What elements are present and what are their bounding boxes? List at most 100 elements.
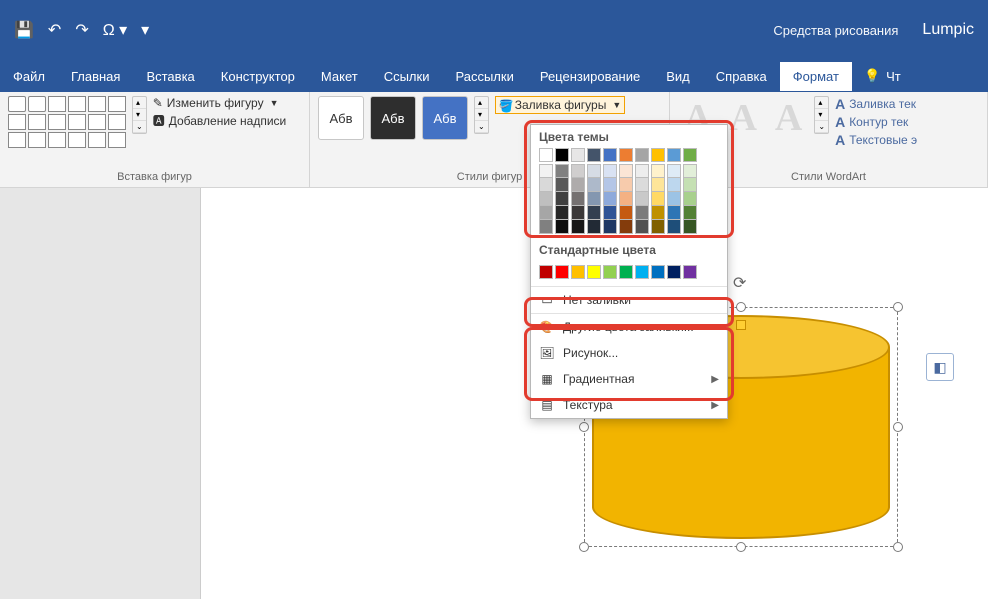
text-outline-button[interactable]: AКонтур тек — [835, 114, 917, 130]
color-swatch[interactable] — [571, 265, 585, 279]
color-swatch[interactable] — [683, 206, 697, 220]
color-swatch[interactable] — [635, 220, 649, 234]
color-swatch[interactable] — [571, 192, 585, 206]
color-swatch[interactable] — [539, 178, 553, 192]
color-swatch[interactable] — [539, 220, 553, 234]
color-swatch[interactable] — [587, 192, 601, 206]
resize-handle-r[interactable] — [893, 422, 903, 432]
customize-qat-icon[interactable]: ▾ — [141, 20, 149, 40]
color-swatch[interactable] — [603, 206, 617, 220]
tab-format[interactable]: Формат — [780, 62, 852, 91]
no-fill-item[interactable]: ▭ Нет заливки — [531, 287, 727, 313]
color-swatch[interactable] — [555, 192, 569, 206]
tab-help[interactable]: Справка — [703, 62, 780, 91]
redo-icon[interactable]: ↷ — [75, 20, 88, 40]
color-swatch[interactable] — [603, 178, 617, 192]
color-swatch[interactable] — [603, 164, 617, 178]
tab-insert[interactable]: Вставка — [133, 62, 207, 91]
color-swatch[interactable] — [603, 265, 617, 279]
tab-layout[interactable]: Макет — [308, 62, 371, 91]
style-thumb-3[interactable]: Абв — [422, 96, 468, 140]
resize-handle-l[interactable] — [579, 422, 589, 432]
color-swatch[interactable] — [571, 164, 585, 178]
color-swatch[interactable] — [683, 192, 697, 206]
color-swatch[interactable] — [683, 164, 697, 178]
layout-options-button[interactable]: ◧ — [926, 353, 954, 381]
text-effects-button[interactable]: AТекстовые э — [835, 132, 917, 148]
color-swatch[interactable] — [571, 148, 585, 162]
color-swatch[interactable] — [587, 265, 601, 279]
color-swatch[interactable] — [651, 265, 665, 279]
color-swatch[interactable] — [667, 178, 681, 192]
color-swatch[interactable] — [667, 192, 681, 206]
tell-me-search[interactable]: 💡 Чт — [852, 68, 901, 84]
color-swatch[interactable] — [539, 164, 553, 178]
wordart-thumb-3[interactable]: A — [769, 96, 808, 140]
resize-handle-br[interactable] — [893, 542, 903, 552]
color-swatch[interactable] — [603, 220, 617, 234]
color-swatch[interactable] — [619, 148, 633, 162]
color-swatch[interactable] — [587, 148, 601, 162]
color-swatch[interactable] — [619, 220, 633, 234]
color-swatch[interactable] — [651, 164, 665, 178]
tab-review[interactable]: Рецензирование — [527, 62, 653, 91]
color-swatch[interactable] — [587, 178, 601, 192]
color-swatch[interactable] — [667, 164, 681, 178]
color-swatch[interactable] — [587, 206, 601, 220]
shape-style-gallery[interactable]: Абв Абв Абв — [318, 96, 468, 140]
color-swatch[interactable] — [667, 206, 681, 220]
resize-handle-tr[interactable] — [893, 302, 903, 312]
color-swatch[interactable] — [619, 265, 633, 279]
tab-file[interactable]: Файл — [0, 62, 58, 91]
color-swatch[interactable] — [619, 178, 633, 192]
color-swatch[interactable] — [635, 265, 649, 279]
color-swatch[interactable] — [555, 164, 569, 178]
color-swatch[interactable] — [619, 164, 633, 178]
more-fill-colors-item[interactable]: 🎨 Другие цвета заливки... — [531, 314, 727, 340]
color-swatch[interactable] — [603, 148, 617, 162]
color-swatch[interactable] — [587, 220, 601, 234]
resize-handle-bl[interactable] — [579, 542, 589, 552]
undo-icon[interactable]: ↶ — [48, 20, 61, 40]
omega-icon[interactable]: Ω ▾ — [103, 20, 127, 40]
color-swatch[interactable] — [619, 206, 633, 220]
tab-references[interactable]: Ссылки — [371, 62, 443, 91]
color-swatch[interactable] — [683, 178, 697, 192]
color-swatch[interactable] — [651, 220, 665, 234]
wordart-gallery-scroll[interactable]: ▴▾⌄ — [814, 96, 829, 134]
color-swatch[interactable] — [651, 192, 665, 206]
style-thumb-1[interactable]: Абв — [318, 96, 364, 140]
color-swatch[interactable] — [635, 206, 649, 220]
picture-fill-item[interactable]: 🖼 Рисунок... — [531, 340, 727, 366]
color-swatch[interactable] — [635, 148, 649, 162]
tab-view[interactable]: Вид — [653, 62, 703, 91]
style-gallery-scroll[interactable]: ▴▾⌄ — [474, 96, 489, 134]
color-swatch[interactable] — [667, 220, 681, 234]
adjustment-handle[interactable] — [736, 320, 746, 330]
color-swatch[interactable] — [619, 192, 633, 206]
shapes-gallery[interactable] — [8, 96, 126, 148]
rotate-handle[interactable]: ⟳ — [733, 273, 746, 293]
color-swatch[interactable] — [667, 265, 681, 279]
color-swatch[interactable] — [635, 192, 649, 206]
color-swatch[interactable] — [555, 178, 569, 192]
color-swatch[interactable] — [539, 192, 553, 206]
color-swatch[interactable] — [539, 265, 553, 279]
save-icon[interactable]: 💾 — [14, 20, 34, 40]
color-swatch[interactable] — [635, 164, 649, 178]
tab-mailings[interactable]: Рассылки — [442, 62, 526, 91]
resize-handle-t[interactable] — [736, 302, 746, 312]
color-swatch[interactable] — [603, 192, 617, 206]
shapes-gallery-scroll[interactable]: ▴▾⌄ — [132, 96, 147, 134]
texture-fill-item[interactable]: ▤ Текстура ▶ — [531, 392, 727, 418]
style-thumb-2[interactable]: Абв — [370, 96, 416, 140]
gradient-fill-item[interactable]: ▦ Градиентная ▶ — [531, 366, 727, 392]
tab-design[interactable]: Конструктор — [208, 62, 308, 91]
color-swatch[interactable] — [651, 178, 665, 192]
color-swatch[interactable] — [555, 148, 569, 162]
color-swatch[interactable] — [683, 220, 697, 234]
color-swatch[interactable] — [555, 265, 569, 279]
color-swatch[interactable] — [651, 148, 665, 162]
color-swatch[interactable] — [539, 206, 553, 220]
color-swatch[interactable] — [587, 164, 601, 178]
